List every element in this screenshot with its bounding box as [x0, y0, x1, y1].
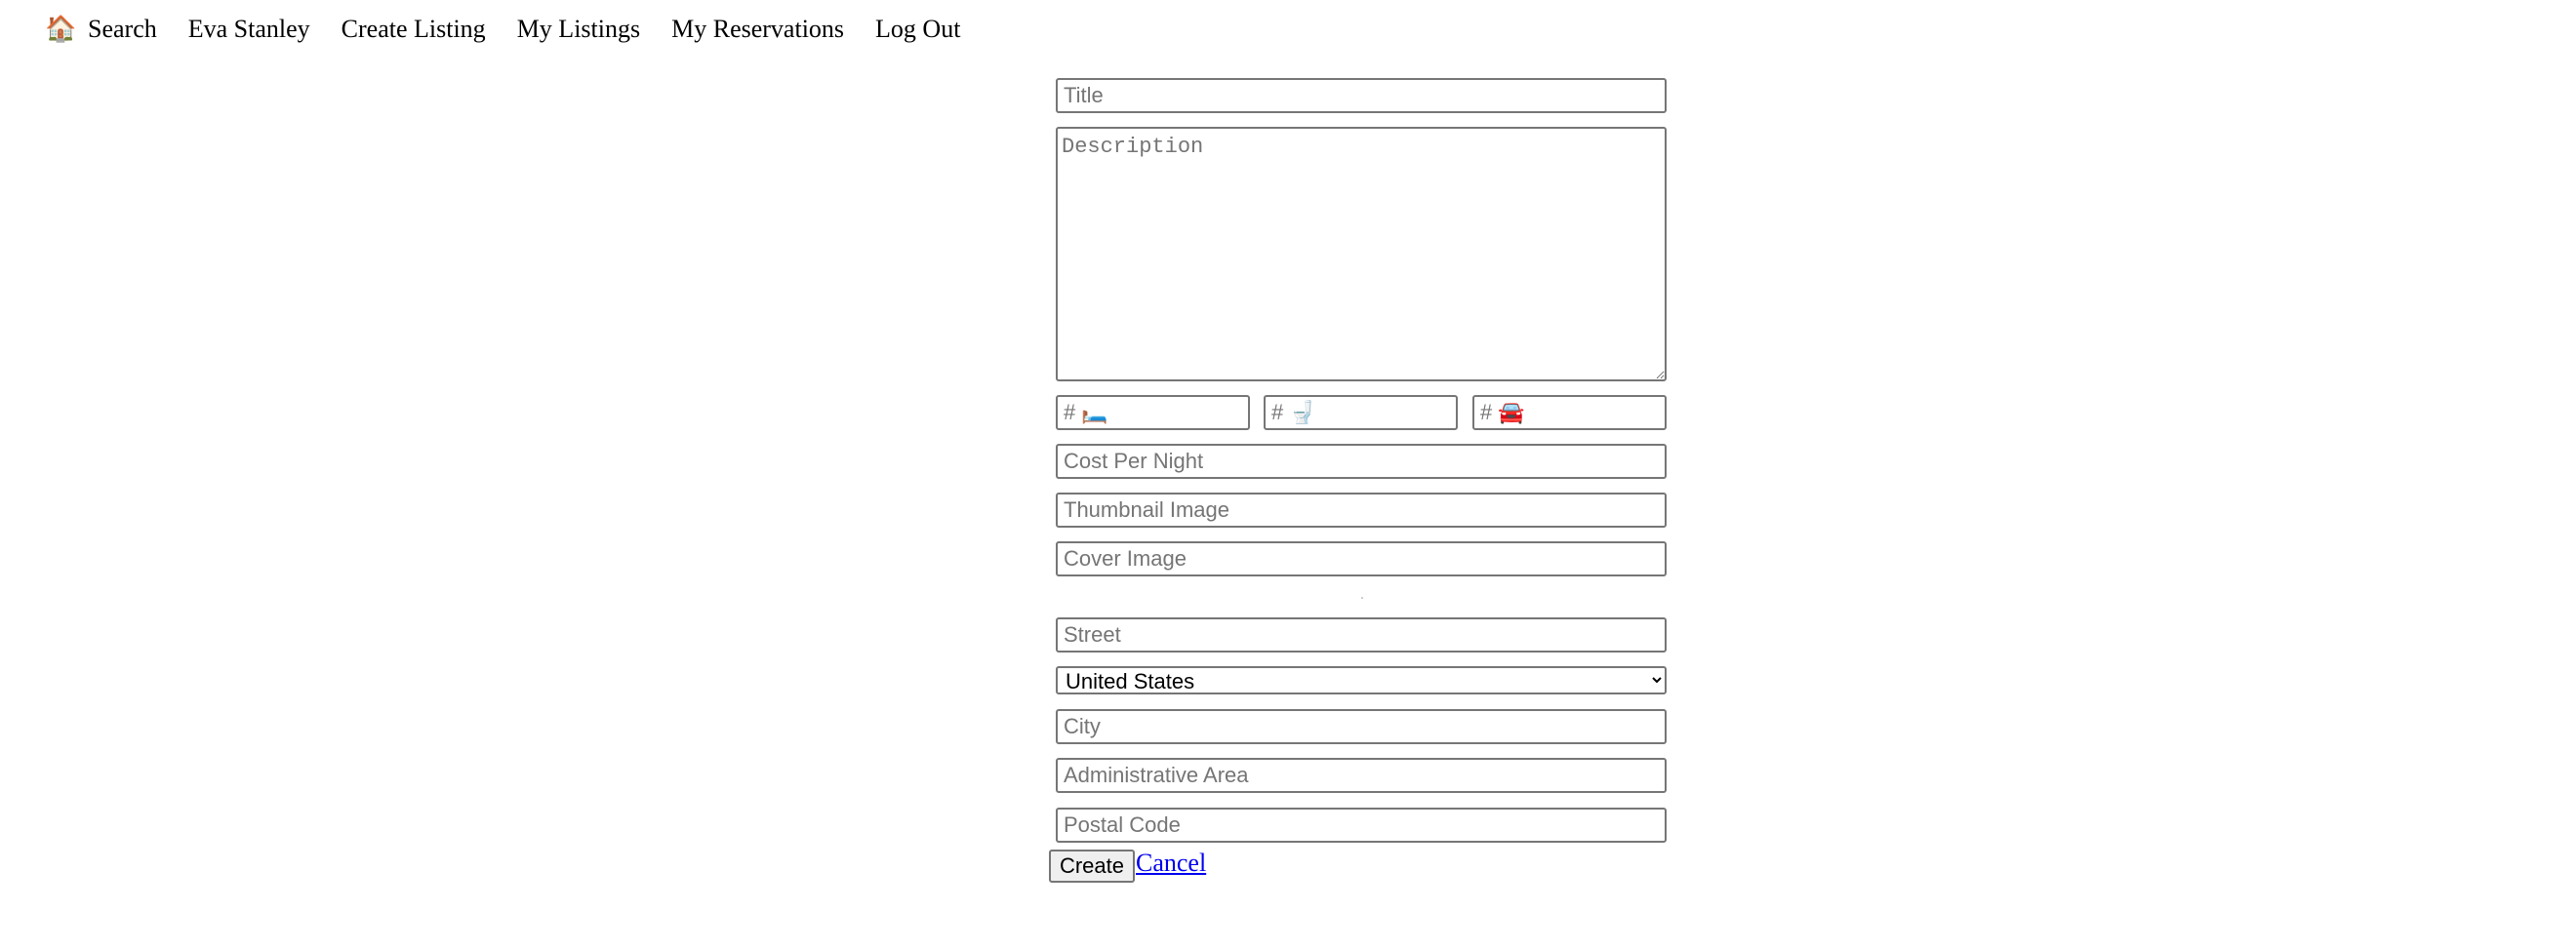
city-input[interactable]	[1056, 709, 1667, 744]
street-input[interactable]	[1056, 617, 1667, 653]
description-textarea[interactable]	[1056, 127, 1667, 381]
parking-input[interactable]	[1472, 395, 1667, 430]
create-button[interactable]: Create	[1049, 850, 1135, 883]
cover-image-input[interactable]	[1056, 541, 1667, 576]
administrative-area-input[interactable]	[1056, 758, 1667, 793]
bedrooms-input[interactable]	[1056, 395, 1250, 430]
title-input[interactable]	[1056, 78, 1667, 113]
thumbnail-image-input[interactable]	[1056, 493, 1667, 528]
bathrooms-input[interactable]	[1264, 395, 1458, 430]
postal-code-input[interactable]	[1056, 808, 1667, 843]
cancel-link[interactable]: Cancel	[1136, 849, 1206, 878]
cost-per-night-input[interactable]	[1056, 444, 1667, 479]
create-listing-form: United States Create Cancel	[0, 0, 2576, 950]
country-select[interactable]: United States	[1056, 666, 1667, 694]
section-divider	[1361, 597, 1363, 599]
